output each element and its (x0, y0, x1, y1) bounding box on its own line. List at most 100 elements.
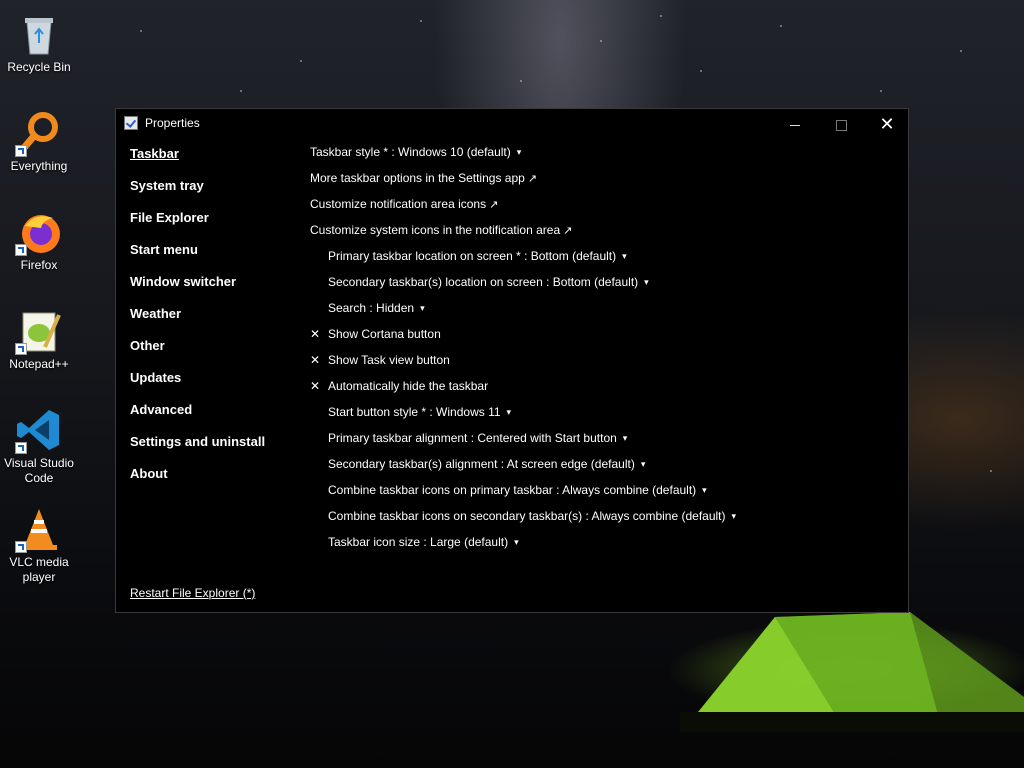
sidebar-item-label: Weather (130, 306, 182, 321)
setting-dropdown[interactable]: Primary taskbar location on screen * : B… (310, 247, 900, 273)
sidebar-item-label: Taskbar (130, 146, 179, 161)
title-bar[interactable]: Properties ✕ (116, 109, 908, 139)
minimize-icon (790, 124, 800, 126)
sidebar-item-about[interactable]: About (130, 465, 300, 497)
restart-file-explorer-link[interactable]: Restart File Explorer (*) (130, 586, 255, 600)
sidebar-item-label: File Explorer (130, 210, 209, 225)
dropdown-caret-icon: ▾ (644, 277, 649, 287)
sidebar-item-other[interactable]: Other (130, 337, 300, 369)
desktop-icon-firefox[interactable]: Firefox (0, 202, 78, 273)
sidebar-item-taskbar[interactable]: Taskbar (130, 145, 300, 177)
setting-label: Primary taskbar location on screen * : B… (328, 249, 617, 263)
shortcut-arrow-icon (15, 343, 27, 355)
setting-dropdown[interactable]: Search : Hidden ▾ (310, 299, 900, 325)
desktop-icon-recycle-bin[interactable]: Recycle Bin (0, 4, 78, 75)
sidebar-item-start-menu[interactable]: Start menu (130, 241, 300, 273)
desktop-icon-notepad-plus-plus[interactable]: Notepad++ (0, 301, 78, 372)
notepad-plus-plus-icon (15, 307, 63, 355)
sidebar-item-label: About (130, 466, 168, 481)
desktop-icon-label: Everything (10, 159, 68, 173)
setting-label: Combine taskbar icons on secondary taskb… (328, 509, 726, 523)
desktop-icon-label: Firefox (20, 258, 58, 272)
window-title: Properties (145, 116, 200, 130)
minimize-button[interactable] (772, 109, 818, 139)
dropdown-caret-icon: ▾ (640, 459, 646, 469)
sidebar-item-label: System tray (130, 178, 204, 193)
setting-dropdown[interactable]: Combine taskbar icons on primary taskbar… (310, 481, 900, 507)
sidebar-item-advanced[interactable]: Advanced (130, 401, 300, 433)
vlc-icon (15, 505, 63, 553)
shortcut-arrow-icon (15, 244, 27, 256)
dropdown-caret-icon: ▾ (622, 433, 628, 443)
setting-label: Customize system icons in the notificati… (310, 223, 561, 237)
setting-label: Secondary taskbar(s) location on screen … (328, 275, 639, 289)
desktop-icon-label: Visual Studio Code (4, 456, 74, 485)
setting-dropdown[interactable]: Secondary taskbar(s) alignment : At scre… (310, 455, 900, 481)
setting-link[interactable]: Customize system icons in the notificati… (310, 221, 900, 247)
close-icon: ✕ (879, 114, 895, 134)
setting-checkbox[interactable]: ✕ Automatically hide the taskbar (310, 377, 900, 403)
setting-dropdown[interactable]: Primary taskbar alignment : Centered wit… (310, 429, 900, 455)
setting-label: Start button style * : Windows 11 (328, 405, 501, 419)
setting-link[interactable]: More taskbar options in the Settings app… (310, 169, 900, 195)
setting-label: More taskbar options in the Settings app (310, 171, 525, 185)
sidebar-item-label: Settings and uninstall (130, 434, 266, 449)
setting-dropdown[interactable]: Taskbar style * : Windows 10 (default) ▾ (310, 143, 900, 169)
sidebar-item-window-switcher[interactable]: Window switcher (130, 273, 300, 305)
setting-label: Taskbar icon size : Large (default) (328, 535, 509, 549)
sidebar-item-file-explorer[interactable]: File Explorer (130, 209, 300, 241)
desktop-icon-vlc[interactable]: VLC media player (0, 499, 78, 585)
desktop-icon-everything[interactable]: Everything (0, 103, 78, 174)
shortcut-arrow-icon (15, 541, 27, 553)
sidebar-item-label: Start menu (130, 242, 198, 257)
sidebar-item-settings-and-uninstall[interactable]: Settings and uninstall (130, 433, 300, 465)
sidebar-item-updates[interactable]: Updates (130, 369, 300, 401)
checkmark-icon: ✕ (310, 353, 321, 367)
close-button[interactable]: ✕ (864, 109, 910, 139)
setting-checkbox[interactable]: ✕ Show Task view button (310, 351, 900, 377)
setting-dropdown[interactable]: Taskbar icon size : Large (default) ▾ (310, 533, 900, 559)
settings-list: Taskbar style * : Windows 10 (default) ▾ M… (310, 143, 900, 559)
setting-dropdown[interactable]: Combine taskbar icons on secondary taskb… (310, 507, 900, 533)
checkmark-icon: ✕ (310, 327, 321, 341)
maximize-icon (835, 119, 847, 131)
dropdown-caret-icon: ▾ (622, 251, 627, 261)
maximize-button[interactable] (818, 109, 864, 139)
shortcut-arrow-icon (15, 442, 27, 454)
desktop-icon-label: Notepad++ (9, 357, 69, 371)
dropdown-caret-icon: ▾ (731, 511, 737, 521)
setting-label: Show Task view button (328, 353, 450, 367)
sidebar-item-label: Advanced (130, 402, 193, 417)
external-link-icon: ↗ (489, 199, 499, 211)
setting-label: Combine taskbar icons on primary taskbar… (328, 483, 697, 497)
recycle-bin-icon (15, 10, 63, 58)
setting-link[interactable]: Customize notification area icons ↗ (310, 195, 900, 221)
sidebar-item-weather[interactable]: Weather (130, 305, 300, 337)
firefox-icon (15, 208, 63, 256)
desktop-icon-label: Recycle Bin (7, 60, 71, 74)
setting-label: Search : Hidden (328, 301, 415, 315)
external-link-icon: ↗ (527, 173, 538, 185)
sidebar-item-label: Other (130, 338, 165, 353)
dropdown-caret-icon: ▾ (516, 147, 522, 157)
setting-checkbox[interactable]: ✕ Show Cortana button (310, 325, 900, 351)
desktop-icon-label: VLC media player (9, 555, 69, 584)
setting-label: Customize notification area icons (310, 197, 487, 211)
sidebar: Taskbar System tray File Explorer Start men… (130, 145, 300, 497)
setting-label: Show Cortana button (328, 327, 441, 341)
setting-label: Automatically hide the taskbar (328, 379, 489, 393)
setting-label: Secondary taskbar(s) alignment : At scre… (328, 457, 635, 471)
dropdown-caret-icon: ▾ (702, 485, 707, 495)
setting-dropdown[interactable]: Start button style * : Windows 11 ▾ (310, 403, 900, 429)
app-icon (124, 116, 138, 130)
setting-dropdown[interactable]: Secondary taskbar(s) location on screen … (310, 273, 900, 299)
desktop-icon-vscode[interactable]: Visual Studio Code (0, 400, 78, 486)
vscode-icon (15, 406, 63, 454)
sidebar-item-system-tray[interactable]: System tray (130, 177, 300, 209)
tent-illustration (680, 612, 1024, 732)
shortcut-arrow-icon (15, 145, 27, 157)
dropdown-caret-icon: ▾ (506, 407, 512, 417)
dropdown-caret-icon: ▾ (514, 537, 519, 547)
external-link-icon: ↗ (563, 225, 573, 237)
checkmark-icon: ✕ (310, 379, 321, 393)
